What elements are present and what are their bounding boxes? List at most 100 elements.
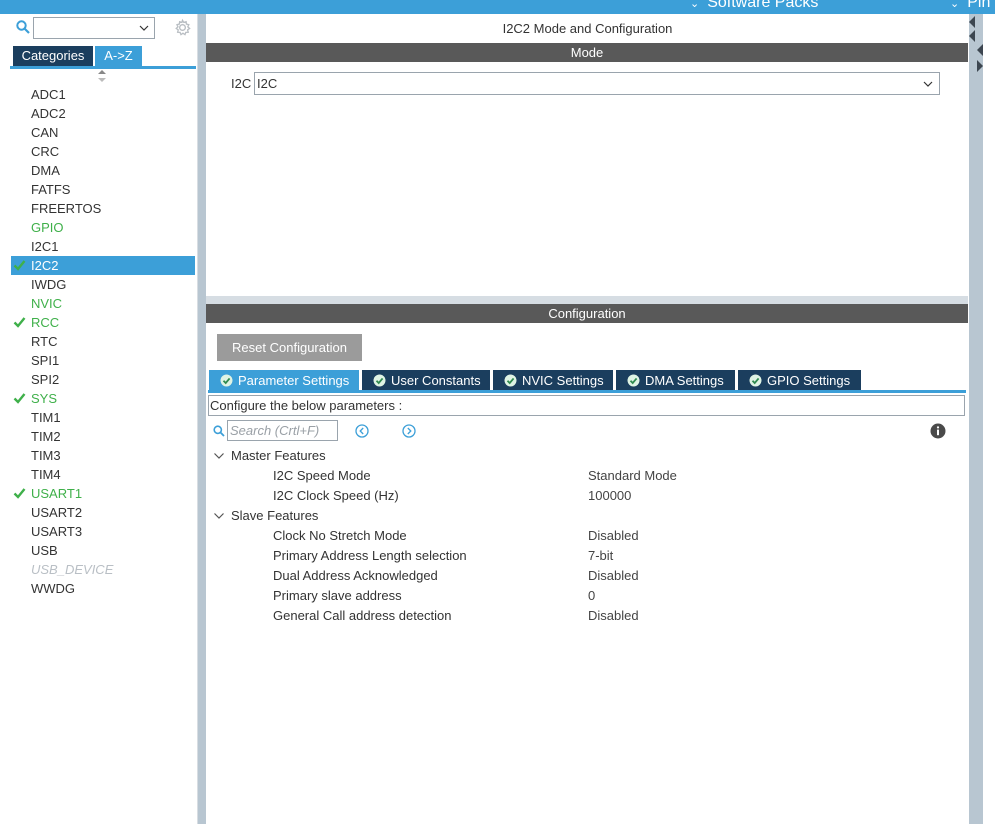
sidebar-item-label: CAN [31, 125, 59, 140]
collapse-left-arrow-icon[interactable] [969, 16, 975, 28]
sidebar-item-tim3[interactable]: TIM3 [11, 446, 195, 465]
sidebar-item-i2c1[interactable]: I2C1 [11, 237, 195, 256]
sidebar-item-crc[interactable]: CRC [11, 142, 195, 161]
sidebar-item-usb-device[interactable]: USB_DEVICE [11, 560, 195, 579]
sidebar-item-spi2[interactable]: SPI2 [11, 370, 195, 389]
parameter-name[interactable]: Dual Address Acknowledged [273, 567, 438, 585]
tab-label: NVIC Settings [522, 373, 604, 388]
panel-splitter[interactable] [206, 296, 968, 304]
gear-icon[interactable] [173, 18, 192, 37]
check-icon [13, 488, 26, 499]
sidebar-search-select[interactable] [33, 17, 155, 39]
sidebar-item-label: USART1 [31, 486, 83, 501]
parameter-value[interactable]: 7-bit [588, 547, 613, 565]
sidebar-item-i2c2[interactable]: I2C2 [11, 256, 195, 275]
parameter-value[interactable]: 0 [588, 587, 595, 605]
sidebar-item-usart2[interactable]: USART2 [11, 503, 195, 522]
sidebar-item-adc2[interactable]: ADC2 [11, 104, 195, 123]
sidebar-item-label: RCC [31, 315, 60, 330]
sidebar-item-adc1[interactable]: ADC1 [11, 85, 195, 104]
previous-match-icon[interactable] [355, 424, 369, 438]
tab-gpio-settings[interactable]: GPIO Settings [738, 370, 861, 391]
tree-group-label: Master Features [231, 448, 326, 463]
sidebar-item-dma[interactable]: DMA [11, 161, 195, 180]
parameter-search-input[interactable]: Search (Crtl+F) [227, 420, 338, 441]
next-match-icon[interactable] [402, 424, 416, 438]
sidebar-item-label: TIM1 [31, 410, 61, 425]
parameter-value[interactable]: Disabled [588, 567, 639, 585]
sidebar-item-nvic[interactable]: NVIC [11, 294, 195, 313]
parameter-name[interactable]: General Call address detection [273, 607, 452, 625]
parameter-name[interactable]: Primary slave address [273, 587, 402, 605]
tab-dma-settings[interactable]: DMA Settings [616, 370, 735, 391]
info-icon[interactable] [930, 423, 946, 439]
parameter-value[interactable]: Standard Mode [588, 467, 677, 485]
sidebar-item-label: USART3 [31, 524, 83, 539]
software-packs-label: Software Packs [707, 0, 819, 11]
parameter-name[interactable]: Clock No Stretch Mode [273, 527, 407, 545]
expand-left-arrow-icon[interactable] [977, 44, 983, 56]
search-icon[interactable] [213, 425, 225, 437]
chevron-down-icon [214, 513, 224, 519]
tab-label: User Constants [391, 373, 481, 388]
tab-categories[interactable]: Categories [13, 46, 93, 66]
check-circle-icon [627, 374, 640, 387]
sidebar-item-label: GPIO [31, 220, 64, 235]
sidebar-item-gpio[interactable]: GPIO [11, 218, 195, 237]
tab-nvic-settings[interactable]: NVIC Settings [493, 370, 613, 391]
sidebar-item-label: USART2 [31, 505, 83, 520]
main-panel [206, 14, 969, 824]
parameter-name[interactable]: I2C Clock Speed (Hz) [273, 487, 399, 505]
sidebar-item-tim1[interactable]: TIM1 [11, 408, 195, 427]
search-icon[interactable] [16, 20, 30, 34]
check-circle-icon [504, 374, 517, 387]
parameter-value[interactable]: 100000 [588, 487, 631, 505]
collapse-left-arrow-icon[interactable] [969, 30, 975, 42]
sidebar-item-label: SPI2 [31, 372, 60, 387]
sidebar-item-usb[interactable]: USB [11, 541, 195, 560]
sidebar-item-label: RTC [31, 334, 58, 349]
sidebar-item-usart1[interactable]: USART1 [11, 484, 195, 503]
sidebar-item-rcc[interactable]: RCC [11, 313, 195, 332]
sidebar-item-freertos[interactable]: FREERTOS [11, 199, 195, 218]
software-packs-menu[interactable]: ⌄ Software Packs [690, 0, 818, 12]
tab-parameter-settings[interactable]: Parameter Settings [209, 370, 359, 391]
parameter-value[interactable]: Disabled [588, 607, 639, 625]
sidebar-item-label: DMA [31, 163, 60, 178]
sidebar-item-label: TIM3 [31, 448, 61, 463]
sidebar-item-label: SYS [31, 391, 58, 406]
sidebar-item-tim4[interactable]: TIM4 [11, 465, 195, 484]
sidebar-item-rtc[interactable]: RTC [11, 332, 195, 351]
sidebar-item-label: I2C1 [31, 239, 59, 254]
sidebar-item-label: USB [31, 543, 58, 558]
check-icon [13, 317, 26, 328]
sidebar-item-sys[interactable]: SYS [11, 389, 195, 408]
page-title: I2C2 Mode and Configuration [502, 21, 673, 36]
parameter-value[interactable]: Disabled [588, 527, 639, 545]
check-circle-icon [220, 374, 233, 387]
reset-configuration-button[interactable]: Reset Configuration [217, 334, 362, 361]
sidebar-item-label: FREERTOS [31, 201, 102, 216]
i2c-mode-select[interactable]: I2C [254, 72, 940, 95]
tab-label: DMA Settings [645, 373, 724, 388]
sidebar-item-tim2[interactable]: TIM2 [11, 427, 195, 446]
pinout-menu[interactable]: ⌄ Pin [950, 0, 990, 12]
tab-user-constants[interactable]: User Constants [362, 370, 490, 391]
tab-label: GPIO Settings [767, 373, 851, 388]
sidebar-item-usart3[interactable]: USART3 [11, 522, 195, 541]
parameter-name[interactable]: Primary Address Length selection [273, 547, 467, 565]
sidebar-splitter[interactable] [198, 14, 206, 824]
sidebar-item-spi1[interactable]: SPI1 [11, 351, 195, 370]
sidebar-item-label: ADC2 [31, 106, 66, 121]
sort-icon[interactable] [97, 70, 107, 82]
chevron-down-icon [139, 25, 149, 31]
sidebar-item-can[interactable]: CAN [11, 123, 195, 142]
right-collapsed-panel [969, 14, 995, 824]
parameter-name[interactable]: I2C Speed Mode [273, 467, 371, 485]
sidebar-tab-underline [10, 66, 196, 69]
sidebar-item-wwdg[interactable]: WWDG [11, 579, 195, 598]
tab-a-to-z[interactable]: A->Z [95, 46, 142, 66]
sidebar-item-iwdg[interactable]: IWDG [11, 275, 195, 294]
sidebar-item-fatfs[interactable]: FATFS [11, 180, 195, 199]
expand-right-arrow-icon[interactable] [977, 60, 983, 72]
